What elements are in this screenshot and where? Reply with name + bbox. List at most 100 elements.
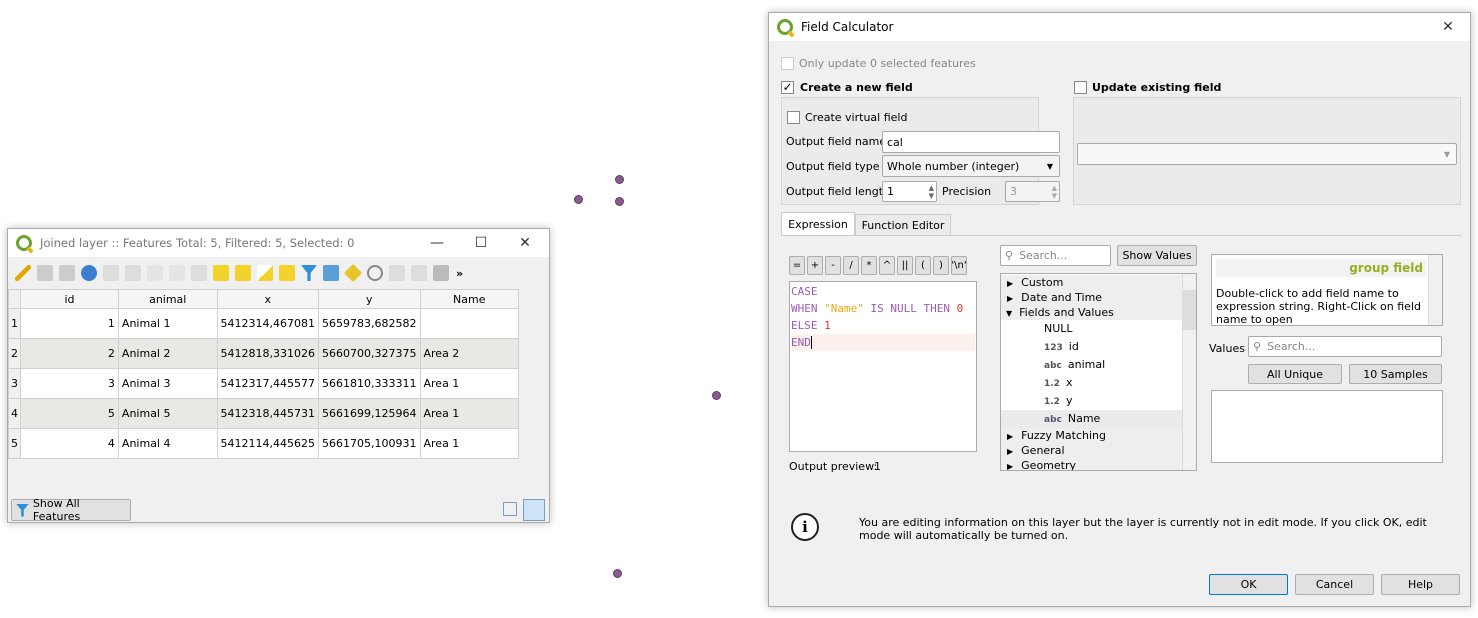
operator-button[interactable]: + (807, 256, 823, 275)
cell-animal[interactable]: Animal 1 (117, 308, 218, 339)
operator-button[interactable]: * (861, 256, 877, 275)
cell-y[interactable]: 5661699,125964 (318, 398, 421, 429)
cell-name[interactable]: Area 2 (419, 338, 519, 369)
row-number[interactable]: 2 (8, 338, 21, 369)
tree-item-fuzzy[interactable]: ▶ Fuzzy Matching (1001, 428, 1196, 443)
multi-edit-icon[interactable] (37, 265, 53, 281)
tree-item-null[interactable]: NULL (1001, 320, 1196, 338)
values-search-input[interactable]: ⚲ Search... (1248, 336, 1442, 357)
reload-icon[interactable] (81, 265, 97, 281)
copy-icon[interactable] (169, 265, 185, 281)
ok-button[interactable]: OK (1209, 574, 1288, 595)
precision-spinbox[interactable]: 3 ▲ ▼ (1005, 181, 1060, 202)
tree-item-general[interactable]: ▶ General (1001, 443, 1196, 458)
cell-x[interactable]: 5412114,445625 (216, 428, 320, 459)
tree-item-field-animal[interactable]: abc animal (1001, 356, 1196, 374)
operator-button[interactable]: ) (933, 256, 949, 275)
cell-id[interactable]: 3 (20, 368, 119, 399)
tree-item-date-time[interactable]: ▶ Date and Time (1001, 290, 1196, 305)
corner-cell[interactable] (8, 289, 21, 309)
table-row[interactable]: 3 3 Animal 3 5412317,445577 5661810,333311 Ar… (8, 368, 519, 399)
save-edits-icon[interactable] (59, 265, 75, 281)
paste-icon[interactable] (191, 265, 207, 281)
close-button[interactable]: ✕ (1426, 13, 1470, 41)
tab-expression[interactable]: Expression (781, 212, 855, 236)
help-scrollbar[interactable] (1428, 255, 1442, 325)
form-view-icon[interactable] (503, 502, 517, 516)
show-all-features-button[interactable]: Show All Features (11, 497, 131, 523)
column-header-name[interactable]: Name (419, 289, 519, 309)
new-field-icon[interactable] (389, 265, 405, 281)
help-button[interactable]: Help (1381, 574, 1460, 595)
tree-item-field-y[interactable]: 1.2 y (1001, 392, 1196, 410)
tree-item-field-name[interactable]: abc Name (1001, 410, 1196, 428)
existing-field-select[interactable]: ▼ (1077, 143, 1457, 165)
cell-id[interactable]: 1 (20, 308, 119, 339)
expression-editor[interactable]: CASE WHEN "Name" IS NULL THEN 0 ELSE 1 E… (789, 281, 977, 452)
filter-icon[interactable] (301, 265, 317, 281)
cell-x[interactable]: 5412317,445577 (216, 368, 320, 399)
cell-name[interactable]: Area 1 (419, 428, 519, 459)
operator-button[interactable]: ( (915, 256, 931, 275)
output-name-input[interactable]: cal (882, 131, 1060, 153)
operator-button[interactable]: '\n' (951, 256, 967, 275)
cell-name[interactable] (419, 308, 519, 339)
field-calculator-icon[interactable] (433, 265, 449, 281)
cell-y[interactable]: 5661810,333311 (318, 368, 421, 399)
delete-icon[interactable] (125, 265, 141, 281)
values-list[interactable] (1211, 390, 1443, 463)
operator-button[interactable]: || (897, 256, 913, 275)
cell-animal[interactable]: Animal 3 (117, 368, 218, 399)
pan-to-selection-icon[interactable] (343, 263, 363, 283)
move-selection-top-icon[interactable] (323, 265, 339, 281)
column-header-id[interactable]: id (20, 289, 119, 309)
output-length-spinbox[interactable]: 1 ▲ ▼ (882, 181, 937, 202)
table-view-icon[interactable] (523, 499, 545, 521)
create-virtual-checkbox[interactable] (787, 111, 800, 124)
cell-name[interactable]: Area 1 (419, 368, 519, 399)
cell-y[interactable]: 5660700,327375 (318, 338, 421, 369)
tab-function-editor[interactable]: Function Editor (855, 214, 951, 236)
delete-field-icon[interactable] (411, 265, 427, 281)
show-values-button[interactable]: Show Values (1117, 245, 1197, 266)
operator-button[interactable]: / (843, 256, 859, 275)
deselect-icon[interactable] (279, 265, 295, 281)
only-update-checkbox[interactable] (781, 57, 794, 70)
cell-animal[interactable]: Animal 5 (117, 398, 218, 429)
cell-id[interactable]: 2 (20, 338, 119, 369)
tree-item-field-id[interactable]: 123 id (1001, 338, 1196, 356)
tree-item-field-x[interactable]: 1.2 x (1001, 374, 1196, 392)
table-row[interactable]: 4 5 Animal 5 5412318,445731 5661699,125964 Ar… (8, 398, 519, 429)
tree-item-custom[interactable]: ▶ Custom (1001, 275, 1196, 290)
row-number[interactable]: 3 (8, 368, 21, 399)
column-header-y[interactable]: y (318, 289, 421, 309)
zoom-to-selection-icon[interactable] (367, 265, 383, 281)
cell-id[interactable]: 4 (20, 428, 119, 459)
add-feature-icon[interactable] (103, 265, 119, 281)
row-number[interactable]: 4 (8, 398, 21, 429)
cell-x[interactable]: 5412318,445731 (216, 398, 320, 429)
minimize-button[interactable]: — (415, 229, 459, 257)
table-row[interactable]: 2 2 Animal 2 5412818,331026 5660700,327375 Ar… (8, 338, 519, 369)
maximize-button[interactable]: ☐ (459, 229, 503, 257)
cell-y[interactable]: 5661705,100931 (318, 428, 421, 459)
cell-x[interactable]: 5412818,331026 (216, 338, 320, 369)
operator-button[interactable]: ^ (879, 256, 895, 275)
update-existing-checkbox[interactable] (1074, 81, 1087, 94)
cell-animal[interactable]: Animal 2 (117, 338, 218, 369)
column-header-x[interactable]: x (216, 289, 320, 309)
operator-button[interactable]: - (825, 256, 841, 275)
tree-scrollbar[interactable] (1182, 274, 1196, 470)
cell-name[interactable]: Area 1 (419, 398, 519, 429)
more-tools-button[interactable]: » (456, 267, 463, 280)
all-unique-button[interactable]: All Unique (1248, 364, 1342, 384)
tree-item-geometry[interactable]: ▶ Geometry (1001, 458, 1196, 470)
cancel-button[interactable]: Cancel (1295, 574, 1374, 595)
close-button[interactable]: ✕ (503, 229, 547, 257)
row-number[interactable]: 5 (8, 428, 21, 459)
tree-item-fields-values[interactable]: ▼ Fields and Values (1001, 305, 1196, 320)
table-row[interactable]: 1 1 Animal 1 5412314,467081 5659783,682582 (8, 308, 519, 339)
table-row[interactable]: 5 4 Animal 4 5412114,445625 5661705,100931 Ar… (8, 428, 519, 459)
cell-animal[interactable]: Animal 4 (117, 428, 218, 459)
toggle-edit-icon[interactable] (15, 265, 31, 281)
